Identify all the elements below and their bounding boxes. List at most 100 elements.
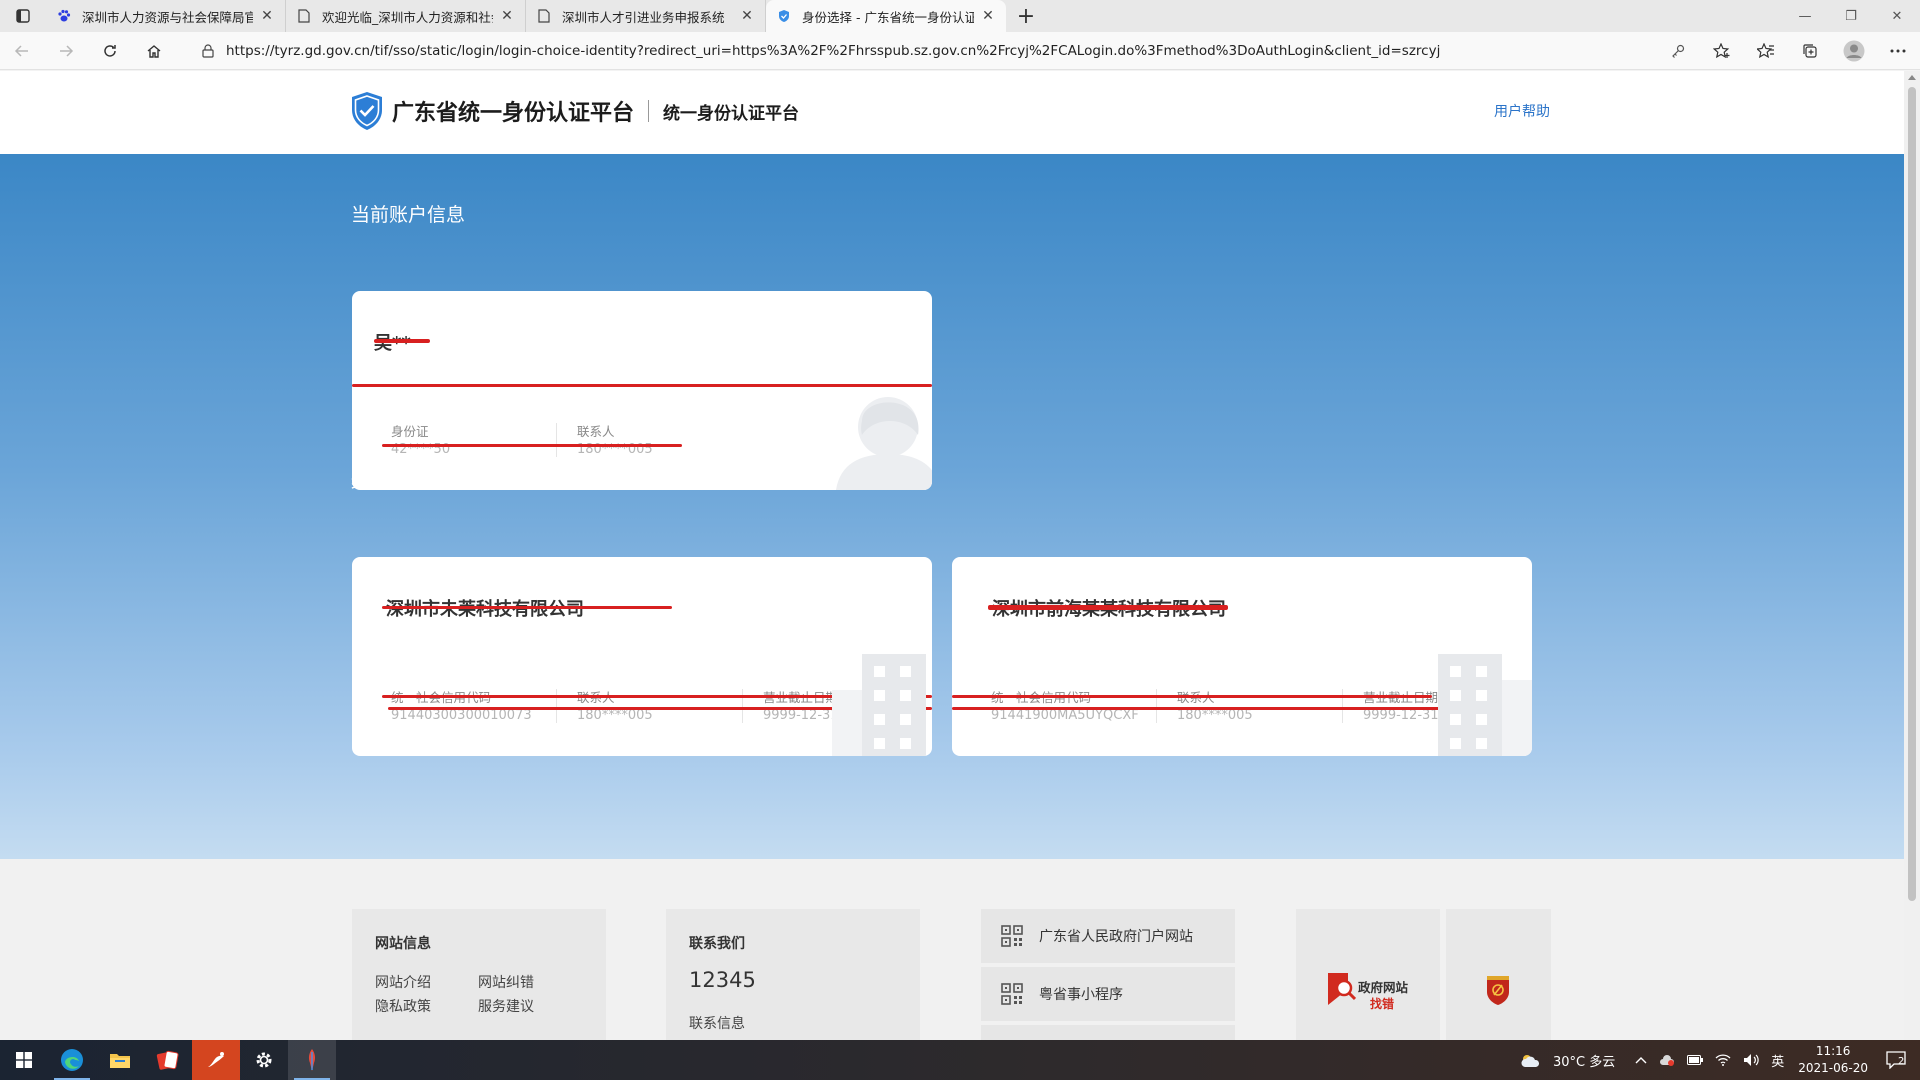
clock-date: 2021-06-20	[1798, 1061, 1868, 1075]
gov-site-error-badge-icon	[1328, 973, 1356, 1005]
id-card-field: 身份证 42****50	[391, 421, 450, 457]
company-card-1[interactable]: 深圳市未莱科技有限公司 统一社会信用代码 91440300300010073 联…	[352, 557, 932, 756]
key-icon[interactable]	[1656, 32, 1700, 70]
clock-time: 11:16	[1815, 1044, 1851, 1058]
tab-title: 欢迎光临_深圳市人力资源和社会	[322, 9, 493, 25]
close-icon[interactable]: ✕	[499, 8, 515, 24]
contact-box: 联系我们 12345 联系信息	[666, 909, 920, 1040]
weather-text[interactable]: 30°C 多云	[1553, 1051, 1615, 1070]
contact-field: 联系人 180****005	[577, 421, 653, 457]
current-account-title: 当前账户信息	[351, 204, 466, 226]
input-method[interactable]: 英	[1771, 1051, 1784, 1070]
contact-info-link[interactable]: 联系信息	[689, 1013, 745, 1033]
gd-gov-portal-link[interactable]: 广东省人民政府门户网站	[981, 909, 1235, 963]
taskbar-edge[interactable]	[48, 1040, 96, 1080]
building-icon	[1438, 654, 1532, 756]
privacy-policy-link[interactable]: 隐私政策	[375, 996, 431, 1016]
refresh-icon	[104, 44, 116, 57]
close-icon[interactable]: ✕	[739, 8, 755, 24]
add-favorite-icon[interactable]	[1700, 32, 1744, 70]
contact-field: 联系人 180****005	[1177, 687, 1253, 723]
wifi-icon[interactable]	[1715, 1054, 1731, 1066]
building-icon	[832, 654, 926, 756]
tab-actions-button[interactable]	[0, 0, 46, 32]
refresh-button[interactable]	[88, 32, 132, 70]
tab-1[interactable]: 深圳市人力资源与社会保障局官 ✕	[46, 0, 286, 32]
more-menu-icon[interactable]	[1876, 32, 1920, 70]
tab-4-active[interactable]: 身份选择 - 广东省统一身份认证 ✕	[766, 0, 1006, 32]
site-subtitle: 统一身份认证平台	[663, 103, 800, 124]
weather-cloud-icon[interactable]	[1519, 1052, 1541, 1068]
close-icon[interactable]: ✕	[259, 8, 275, 24]
redaction-mark	[374, 339, 430, 343]
paw-icon	[56, 8, 72, 24]
close-icon[interactable]: ✕	[980, 8, 996, 24]
url-field[interactable]: https://tyrz.gd.gov.cn/tif/sso/static/lo…	[190, 36, 1710, 66]
close-window-icon[interactable]: ✕	[1874, 0, 1920, 32]
party-emblem-box[interactable]	[1446, 909, 1551, 1040]
page-content: 广东省统一身份认证平台 统一身份认证平台 用户帮助 当前账户信息 吴** 身份证…	[0, 71, 1904, 1040]
taskbar-app-red[interactable]	[144, 1040, 192, 1080]
page-icon	[296, 8, 312, 24]
system-tray: 30°C 多云 英 11:16 2021-06-20 2	[1513, 1040, 1920, 1080]
company-card-2[interactable]: 深圳市前海某某科技有限公司 统一社会信用代码 91441900MA5UYQCXF…	[952, 557, 1532, 756]
current-account-card[interactable]: 吴** 身份证 42****50 联系人 180****005	[352, 291, 932, 490]
favorites-icon[interactable]	[1744, 32, 1788, 70]
redaction-mark	[952, 707, 1460, 710]
forward-button[interactable]	[44, 32, 88, 70]
person-silhouette-icon	[836, 397, 932, 490]
edge-browser-icon	[61, 1049, 83, 1071]
volume-icon[interactable]	[1743, 1053, 1759, 1067]
scrollbar-thumb[interactable]	[1908, 87, 1916, 901]
shield-icon	[776, 8, 792, 24]
tab-2[interactable]: 欢迎光临_深圳市人力资源和社会 ✕	[286, 0, 526, 32]
tab-actions-icon	[16, 9, 30, 23]
home-button[interactable]	[132, 32, 176, 70]
tab-bar: 深圳市人力资源与社会保障局官 ✕ 欢迎光临_深圳市人力资源和社会 ✕ 深圳市人才…	[0, 0, 1920, 32]
taskbar-app-active[interactable]	[288, 1040, 336, 1080]
companies-title: 经办企业信息	[351, 471, 466, 493]
home-icon	[147, 44, 161, 58]
scroll-up-icon[interactable]	[1908, 75, 1916, 80]
minimize-icon[interactable]: —	[1782, 0, 1828, 32]
battery-icon[interactable]	[1687, 1055, 1704, 1065]
site-info-title: 网站信息	[375, 936, 431, 952]
tab-3[interactable]: 深圳市人才引进业务申报系统 ✕	[526, 0, 766, 32]
qr-item-partial[interactable]	[981, 1025, 1235, 1040]
window-controls: — ❐ ✕	[1782, 0, 1920, 32]
new-tab-button[interactable]: +	[1006, 0, 1046, 32]
site-title: 广东省统一身份认证平台	[392, 101, 635, 126]
page-scrollbar[interactable]	[1904, 71, 1920, 1040]
hotline-number: 12345	[689, 968, 756, 992]
contact-value: 180****005	[577, 708, 653, 723]
site-info-box: 网站信息 网站介绍 网站纠错 隐私政策 服务建议	[352, 909, 606, 1040]
lock-icon	[202, 44, 214, 58]
restore-icon[interactable]: ❐	[1828, 0, 1874, 32]
site-error-report-link[interactable]: 网站纠错	[478, 972, 534, 992]
site-intro-link[interactable]: 网站介绍	[375, 972, 431, 992]
taskbar-app-flag[interactable]	[192, 1040, 240, 1080]
address-bar: https://tyrz.gd.gov.cn/tif/sso/static/lo…	[0, 32, 1920, 70]
back-button[interactable]	[0, 32, 44, 70]
forward-arrow-icon	[60, 44, 74, 57]
notification-center-icon[interactable]: 2	[1886, 1051, 1906, 1069]
clock[interactable]: 11:16 2021-06-20	[1798, 1043, 1868, 1077]
profile-avatar-icon[interactable]	[1832, 32, 1876, 70]
toolbar-icons	[1656, 32, 1920, 70]
chevron-up-icon[interactable]	[1635, 1056, 1647, 1064]
cloud-sync-icon[interactable]	[1659, 1054, 1675, 1066]
field-divider	[556, 423, 557, 457]
service-suggestion-link[interactable]: 服务建议	[478, 996, 534, 1016]
gov-site-error-badge-box[interactable]: 政府网站 找错	[1296, 909, 1440, 1040]
user-help-link[interactable]: 用户帮助	[1494, 101, 1550, 121]
collections-icon[interactable]	[1788, 32, 1832, 70]
yueshengshi-miniprogram-link[interactable]: 粤省事小程序	[981, 967, 1235, 1021]
credit-code-value: 91441900MA5UYQCXF	[991, 708, 1139, 723]
start-button[interactable]	[0, 1040, 48, 1080]
taskbar-settings[interactable]	[240, 1040, 288, 1080]
credit-code-value: 91440300300010073	[391, 708, 532, 723]
site-logo[interactable]: 广东省统一身份认证平台 统一身份认证平台	[350, 91, 799, 131]
back-arrow-icon	[14, 44, 28, 57]
expiry-value: 9999-12-31	[1363, 708, 1439, 723]
taskbar-file-explorer[interactable]	[96, 1040, 144, 1080]
